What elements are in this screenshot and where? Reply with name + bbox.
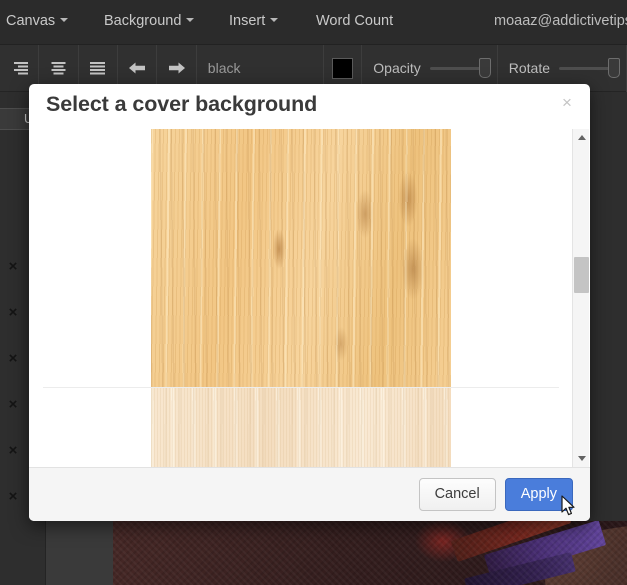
user-account-label[interactable]: moaaz@addictivetips — [494, 13, 627, 29]
list-item[interactable] — [43, 388, 559, 467]
apply-button[interactable]: Apply — [504, 477, 573, 512]
delete-layer-icon[interactable]: × — [6, 443, 20, 458]
rotate-slider[interactable] — [559, 57, 621, 78]
canvas-photo — [113, 521, 627, 585]
opacity-slider[interactable] — [429, 57, 491, 78]
scroll-up-arrow — [577, 135, 586, 140]
maple-wood-background-thumbnail[interactable] — [151, 129, 451, 387]
scroll-down-arrow — [577, 456, 586, 461]
arrow-right-icon — [168, 61, 186, 75]
menu-item-canvas-label: Canvas — [6, 13, 56, 29]
list-item[interactable] — [43, 129, 559, 388]
color-swatch — [332, 57, 354, 79]
dialog-body — [29, 129, 590, 467]
application-window: Canvas Background Insert Word Count moaa… — [0, 0, 627, 585]
menu-item-background-label: Background — [104, 13, 182, 29]
menu-item-word-count[interactable]: Word Count — [316, 13, 393, 29]
chevron-down-icon — [60, 18, 69, 22]
rotate-label: Rotate — [508, 60, 551, 76]
background-list — [43, 129, 559, 467]
pale-ash-wood-background-thumbnail[interactable] — [151, 388, 451, 467]
chevron-down-icon — [186, 18, 195, 22]
dialog-scrollbar[interactable] — [572, 129, 589, 467]
delete-layer-icon[interactable]: × — [6, 397, 20, 412]
align-right-icon — [11, 61, 28, 75]
delete-layer-icon[interactable]: × — [6, 351, 20, 366]
cancel-button[interactable]: Cancel — [418, 477, 496, 512]
dialog-footer: Cancel Apply — [29, 467, 590, 521]
delete-layer-icon[interactable]: × — [6, 259, 20, 274]
delete-layer-icon[interactable]: × — [6, 489, 20, 504]
scroll-down-icon[interactable] — [573, 450, 590, 467]
menu-bar: Canvas Background Insert Word Count moaa… — [0, 0, 627, 45]
scrollbar-thumb[interactable] — [574, 257, 589, 293]
dialog-title: Select a cover background — [46, 92, 318, 116]
select-cover-background-dialog: Select a cover background × Cancel Apply — [29, 84, 590, 521]
menu-item-background[interactable]: Background — [104, 13, 195, 29]
menu-item-insert[interactable]: Insert — [229, 13, 279, 29]
close-icon[interactable]: × — [558, 94, 576, 112]
delete-layer-icon[interactable]: × — [6, 305, 20, 320]
photo-fabric-texture — [113, 521, 627, 585]
arrow-left-icon — [128, 61, 146, 75]
align-justify-icon — [89, 61, 106, 75]
canvas-left-strip — [46, 521, 113, 585]
scroll-up-icon[interactable] — [573, 129, 590, 146]
rotate-slider-handle[interactable] — [608, 57, 621, 78]
opacity-label: Opacity — [373, 60, 421, 76]
chevron-down-icon — [270, 18, 279, 22]
align-center-icon — [50, 61, 67, 75]
opacity-slider-handle[interactable] — [478, 57, 491, 78]
dialog-header: Select a cover background × — [29, 84, 590, 129]
menu-item-insert-label: Insert — [229, 13, 266, 29]
menu-item-canvas[interactable]: Canvas — [6, 13, 69, 29]
